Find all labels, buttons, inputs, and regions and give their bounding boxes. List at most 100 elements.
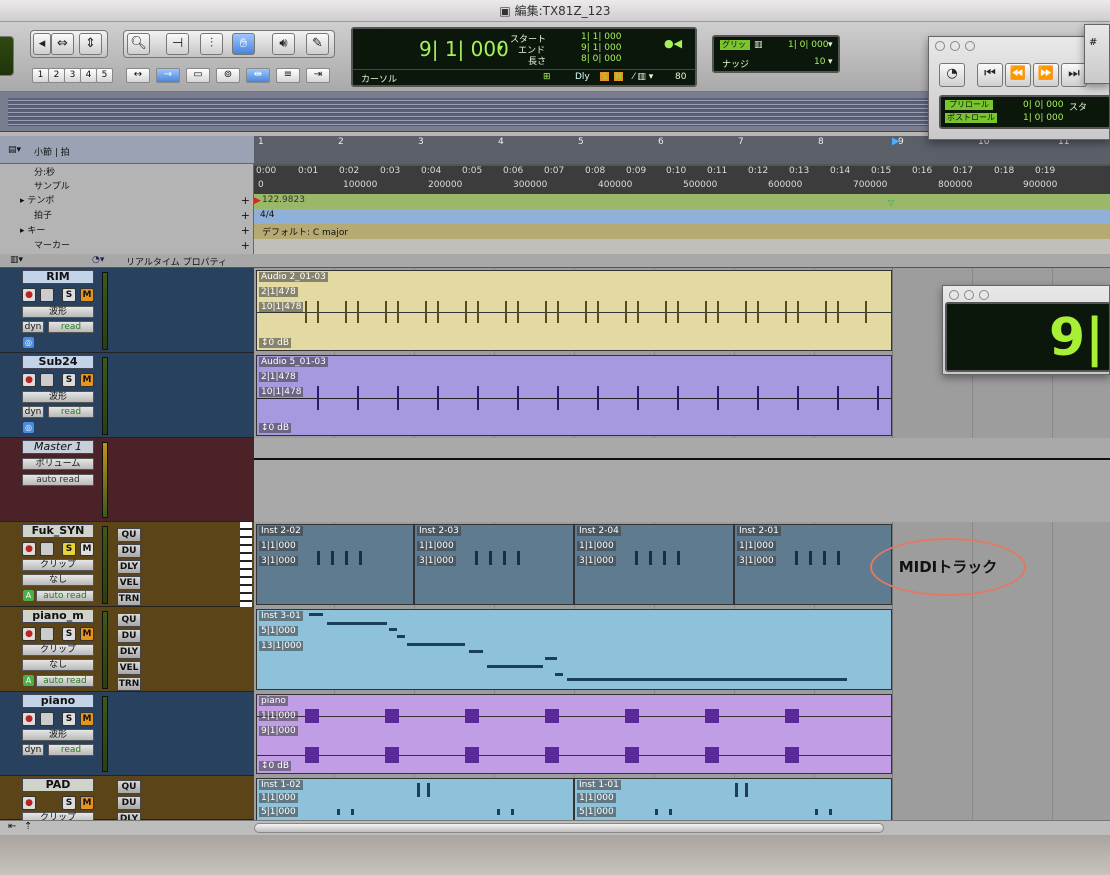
midi-region[interactable]: Inst 1-01 1|1|000 5|1|000 <box>574 778 892 822</box>
velocity-button[interactable]: VEL <box>117 576 141 590</box>
voice-icon[interactable]: ◎ <box>23 337 34 348</box>
delay-button[interactable]: DLY <box>117 560 141 574</box>
mute-button[interactable]: M <box>80 712 94 726</box>
meter-ruler-label[interactable]: 拍子 + <box>0 209 254 224</box>
lane-master[interactable] <box>254 438 1110 522</box>
track-name[interactable]: piano <box>22 694 94 708</box>
duration-button[interactable]: DU <box>117 544 141 558</box>
automation-mode-select[interactable]: auto read <box>36 590 94 602</box>
solo-button[interactable]: S <box>62 796 76 810</box>
track-name[interactable]: Fuk_SYN <box>22 524 94 538</box>
grid-mode-icon[interactable]: ⇹ <box>246 68 270 83</box>
zoom-horizontal-icon[interactable]: ⇔ <box>51 33 74 55</box>
upload-icon[interactable]: ⇡ <box>24 821 32 832</box>
automation-mode-select[interactable]: auto read <box>36 675 94 687</box>
track-header-master[interactable]: Master 1 ボリューム auto read <box>0 438 254 522</box>
input-monitor-icon[interactable] <box>40 373 54 387</box>
solo-button[interactable]: S <box>62 627 76 641</box>
length-value[interactable]: 8| 0| 000 <box>581 54 621 64</box>
automation-type-label[interactable]: dyn <box>22 321 44 333</box>
transport-window[interactable]: ◔ ⏮ ⏪ ⏩ ⏭ プリロール 0| 0| 000 ポストロール 1| 0| 0… <box>928 36 1110 140</box>
nudge-dropdown-icon[interactable]: ▾ <box>828 57 833 67</box>
realtime-menu-icon[interactable]: ◔▾ <box>92 255 104 265</box>
mute-button[interactable]: M <box>80 796 94 810</box>
input-monitor-icon[interactable] <box>40 288 54 302</box>
grid-icon[interactable]: ▥ <box>754 40 763 50</box>
zoom-out-vertical-button[interactable]: ◂ <box>33 33 51 55</box>
solo-button[interactable]: S <box>62 712 76 726</box>
timeline-rulers[interactable]: 1 2 3 4 5 6 7 8 9 10 11 ▶ 0:00 0:01 0:02… <box>254 136 1110 254</box>
midi-region[interactable]: Inst 2-03 1|1|000 3|1|000 <box>414 524 574 605</box>
midi-region[interactable]: Inst 2-02 1|1|000 3|1|000 <box>256 524 414 605</box>
midi-input-select[interactable]: なし <box>22 659 94 671</box>
track-header-fuk-syn[interactable]: Fuk_SYN ● S M クリップ なし A auto read QU DU … <box>0 522 254 607</box>
playhead-marker-icon[interactable]: ▶ <box>892 136 900 147</box>
automation-icon[interactable]: A <box>23 675 34 686</box>
record-arm-icon[interactable]: ● <box>22 373 36 387</box>
mute-button[interactable]: M <box>80 627 94 641</box>
track-name[interactable]: PAD <box>22 778 94 792</box>
key-ruler[interactable]: デフォルト: C major <box>254 224 1110 239</box>
minimize-window-icon[interactable] <box>964 290 974 300</box>
track-header-rim[interactable]: RIM ● S M 波形 dyn read ◎ <box>0 268 254 353</box>
conductor-icon[interactable]: ⁄ ▥ ▾ <box>633 72 653 82</box>
link-icon[interactable]: ⊚ <box>216 68 240 83</box>
mute-button[interactable]: M <box>80 542 94 556</box>
track-list-menu-icon[interactable]: ▥▾ <box>10 255 23 265</box>
duration-button[interactable]: DU <box>117 629 141 643</box>
audio-region[interactable]: piano 1|1|000 9|1|000 ↕0 dB <box>256 694 892 774</box>
mute-button[interactable]: M <box>80 288 94 302</box>
track-view-select[interactable]: クリップ <box>22 644 94 656</box>
tempo-ruler[interactable]: ▶ 122.9823 ▽ <box>254 194 1110 209</box>
spot-icon[interactable]: ▭ <box>186 68 210 83</box>
tempo-value[interactable]: 80 <box>675 72 686 82</box>
zoom-preset-4[interactable]: 4 <box>80 68 97 83</box>
delay-button[interactable]: DLY <box>117 645 141 659</box>
shuffle-icon[interactable]: ↔ <box>126 68 150 83</box>
minimize-window-icon[interactable] <box>950 41 960 51</box>
automation-type-label[interactable]: dyn <box>22 406 44 418</box>
add-meter-icon[interactable]: + <box>241 209 250 222</box>
preroll-value[interactable]: 0| 0| 000 <box>1023 100 1063 110</box>
lane-piano[interactable]: piano 1|1|000 9|1|000 ↕0 dB <box>254 692 1110 776</box>
automation-mode-select[interactable]: read <box>48 406 94 418</box>
marker-ruler[interactable] <box>254 239 1110 254</box>
bar-beat-ruler-label-area[interactable]: ▤▾ 小節 | 拍 <box>0 136 254 164</box>
automation-mode-select[interactable]: auto read <box>22 474 94 486</box>
track-header-pad[interactable]: PAD ● S M クリップ QU DU DLY <box>0 776 254 826</box>
record-arm-icon[interactable]: ● <box>22 627 36 641</box>
add-key-icon[interactable]: + <box>241 224 250 237</box>
zoom-preset-1[interactable]: 1 <box>32 68 49 83</box>
solo-button[interactable]: S <box>62 542 76 556</box>
end-value[interactable]: 9| 1| 000 <box>581 43 621 53</box>
tempo-ruler-label[interactable]: ▸ テンポ + <box>0 194 254 209</box>
input-monitor-icon[interactable] <box>40 627 54 641</box>
track-name[interactable]: Master 1 <box>22 440 94 454</box>
record-arm-icon[interactable]: ● <box>22 712 36 726</box>
start-value[interactable]: 1| 1| 000 <box>581 32 621 42</box>
nudge-value[interactable]: 10 <box>814 57 825 67</box>
dly-icon[interactable]: ⊞ <box>543 72 551 82</box>
audio-region[interactable]: Audio 2_01-03 2|1|478 10|1|478 ↕0 dB <box>256 270 892 351</box>
track-name[interactable]: RIM <box>22 270 94 284</box>
slip-icon[interactable]: → <box>156 68 180 83</box>
volume-automation-line[interactable] <box>254 458 1110 460</box>
track-view-select[interactable]: 波形 <box>22 729 94 741</box>
solo-button[interactable]: S <box>62 373 76 387</box>
edit-mode-indicator[interactable] <box>0 36 14 76</box>
solo-button[interactable]: S <box>62 288 76 302</box>
selector-tool-icon[interactable]: ⫶ <box>200 33 223 55</box>
expand-icon[interactable]: ⇤ <box>8 821 16 832</box>
lane-pad[interactable]: Inst 1-02 1|1|000 5|1|000 Inst 1-01 1|1|… <box>254 776 1110 822</box>
quantize-button[interactable]: QU <box>117 528 141 542</box>
track-name[interactable]: piano_m <box>22 609 94 623</box>
add-tempo-icon[interactable]: + <box>241 194 250 207</box>
meter-ruler[interactable]: 4/4 <box>254 209 1110 224</box>
mute-button[interactable]: M <box>80 373 94 387</box>
zoom-preset-2[interactable]: 2 <box>48 68 65 83</box>
quantize-button[interactable]: QU <box>117 613 141 627</box>
record-arm-icon[interactable]: ● <box>22 796 36 810</box>
close-window-icon[interactable] <box>935 41 945 51</box>
midi-input-select[interactable]: なし <box>22 574 94 586</box>
samples-ruler[interactable]: 0 100000 200000 300000 400000 500000 600… <box>254 180 1110 195</box>
